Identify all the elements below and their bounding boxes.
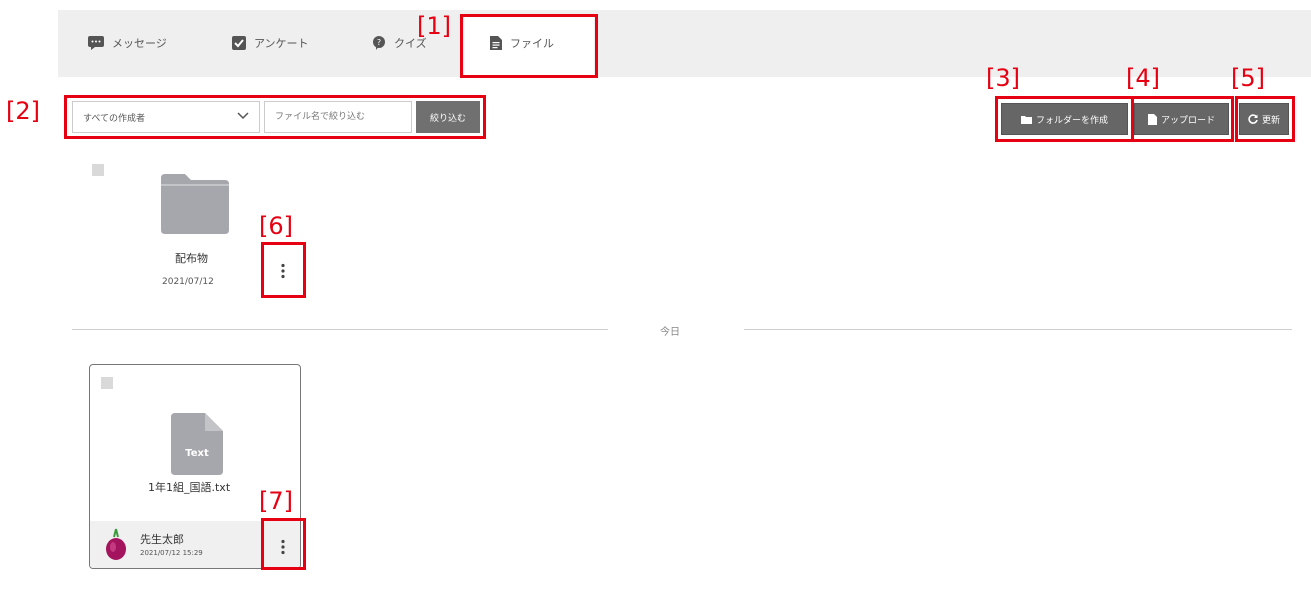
quiz-icon: ? [372,36,386,50]
folder-plus-icon [1020,115,1032,124]
creator-select[interactable]: すべての作成者 [72,101,260,133]
svg-text:?: ? [377,38,381,47]
tab-survey-label: アンケート [254,37,309,50]
callout-label-7: [7] [259,487,293,515]
chevron-down-icon [237,111,249,124]
date-divider-right [744,329,1292,330]
file-card-footer: 先生太郎 2021/07/12 15:29 [90,521,300,568]
tab-file-label: ファイル [510,37,554,50]
file-timestamp: 2021/07/12 15:29 [140,549,203,557]
refresh-icon [1248,114,1258,124]
folder-date: 2021/07/12 [162,277,214,287]
callout-label-6: [6] [259,212,293,240]
file-author: 先生太郎 [140,533,184,546]
file-checkbox[interactable] [101,377,113,389]
filename-filter-input[interactable] [264,101,412,133]
tab-message[interactable]: メッセージ [88,30,167,56]
callout-label-4: [4] [1126,64,1160,92]
message-icon [88,36,104,50]
folder-checkbox[interactable] [92,164,104,176]
file-card[interactable]: Text 1年1組_国語.txt 先生太郎 2021/07/12 15:29 [89,364,301,569]
callout-label-3: [3] [986,64,1020,92]
tab-message-label: メッセージ [112,37,167,50]
file-icon [490,36,502,50]
folder-name[interactable]: 配布物 [175,250,208,266]
folder-menu-icon[interactable] [280,263,286,283]
date-separator: 今日 [660,327,680,338]
folder-icon[interactable] [161,174,229,238]
date-divider-left [72,329,608,330]
upload-file-icon [1147,113,1157,125]
onion-avatar [104,527,128,567]
callout-label-2: [2] [6,97,40,125]
create-folder-button[interactable]: フォルダーを作成 [1001,103,1128,135]
tab-survey[interactable]: アンケート [232,30,309,56]
callout-label-1: [1] [417,12,451,40]
text-file-icon: Text [171,413,223,479]
file-menu-icon[interactable] [280,539,286,559]
file-name[interactable]: 1年1組_国語.txt [148,479,230,495]
tab-file[interactable]: ファイル [490,30,554,56]
callout-label-5: [5] [1231,64,1265,92]
refresh-label: 更新 [1261,115,1280,126]
checkbox-icon [232,36,246,50]
upload-label: アップロード [1160,115,1215,126]
upload-button[interactable]: アップロード [1134,103,1229,135]
creator-select-value: すべての作成者 [83,113,146,124]
file-type-label: Text [185,448,209,459]
filter-button[interactable]: 絞り込む [416,101,480,133]
refresh-button[interactable]: 更新 [1239,103,1289,135]
create-folder-label: フォルダーを作成 [1035,115,1108,126]
